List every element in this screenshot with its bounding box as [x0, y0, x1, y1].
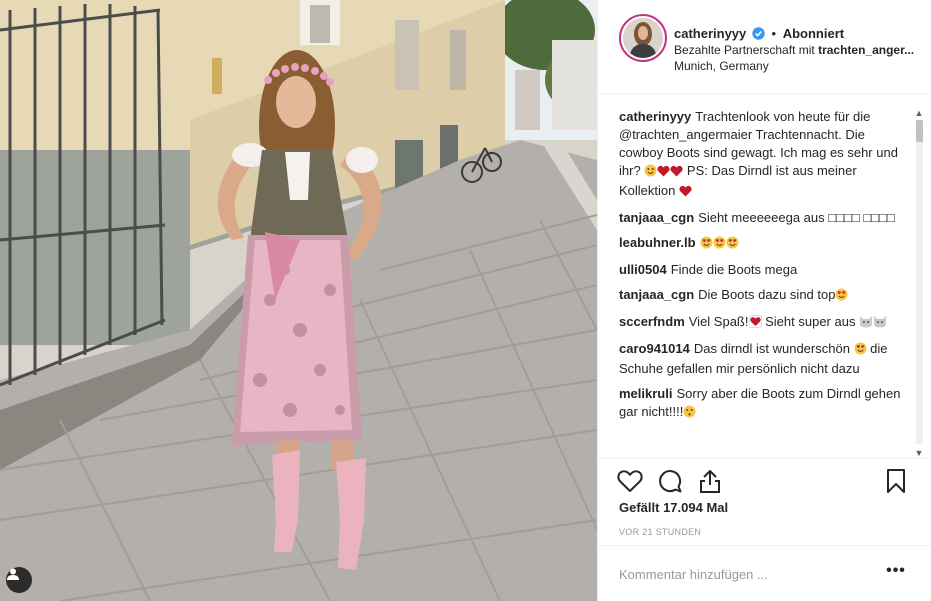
- scroll-thumb[interactable]: [916, 120, 923, 142]
- post-side-panel: catherinyyy • Abonniert Bezahlte Partner…: [597, 0, 931, 601]
- action-bar: [598, 458, 931, 502]
- comment-text: Sieht meeeeeega aus □□□□ □□□□: [698, 210, 895, 225]
- scroll-down-arrow-icon[interactable]: ▼: [914, 448, 924, 458]
- post-timestamp[interactable]: VOR 21 STUNDEN: [619, 527, 701, 537]
- avatar-image: [623, 18, 663, 58]
- comment-item: catherinyyy Trachtenlook von heute für di…: [619, 108, 909, 202]
- red-heart-emoji-icon: [657, 164, 670, 182]
- comment-item: tanjaaa_cgn Sieht meeeeeega aus □□□□ □□□□: [619, 209, 909, 227]
- red-heart-emoji-icon: [679, 184, 692, 202]
- post-header: catherinyyy • Abonniert Bezahlte Partner…: [598, 0, 931, 94]
- paid-partnership-line: Bezahlte Partnerschaft mit trachten_ange…: [674, 43, 924, 58]
- heart-eyes-emoji-icon: [854, 342, 867, 360]
- comment-bubble-icon[interactable]: [656, 467, 684, 495]
- comment-username[interactable]: ulli0504: [619, 262, 667, 277]
- comment-item: melikruli Sorry aber die Boots zum Dirndl…: [619, 385, 909, 423]
- user-tag-icon[interactable]: [6, 567, 32, 593]
- more-options-icon[interactable]: •••: [882, 563, 910, 583]
- header-username[interactable]: catherinyyy: [674, 26, 746, 41]
- smiling-emoji-icon: [644, 164, 657, 182]
- sponsor-link[interactable]: trachten_anger...: [818, 43, 914, 57]
- comments-list[interactable]: catherinyyy Trachtenlook von heute für di…: [619, 108, 909, 458]
- sponsor-prefix: Bezahlte Partnerschaft mit: [674, 43, 819, 57]
- comment-username[interactable]: catherinyyy: [619, 109, 691, 124]
- location-link[interactable]: Munich, Germany: [674, 59, 769, 74]
- comment-item: leabuhner.lb: [619, 234, 909, 254]
- comment-text-continued: Sieht super aus: [761, 314, 860, 329]
- comment-username[interactable]: leabuhner.lb: [619, 235, 696, 250]
- heart-eyes-emoji-icon: [713, 236, 726, 254]
- heart-eyes-emoji-icon: [835, 288, 848, 306]
- bookmark-icon[interactable]: [882, 467, 910, 495]
- likes-count[interactable]: Gefällt 17.094 Mal: [619, 500, 728, 515]
- comment-input[interactable]: [619, 563, 859, 585]
- heart-eyes-emoji-icon: [726, 236, 739, 254]
- profile-avatar[interactable]: [619, 14, 667, 62]
- header-separator: •: [771, 26, 777, 41]
- comment-username[interactable]: melikruli: [619, 386, 672, 401]
- heart-emoji-icon: [748, 315, 762, 333]
- comment-text: Die Boots dazu sind top: [698, 287, 836, 302]
- comment-username[interactable]: tanjaaa_cgn: [619, 287, 694, 302]
- red-heart-emoji-icon: [670, 164, 683, 182]
- scroll-up-arrow-icon[interactable]: ▲: [914, 108, 924, 118]
- header-user-line: catherinyyy • Abonniert: [674, 26, 844, 44]
- add-comment-bar: •••: [598, 545, 931, 601]
- follow-status-button[interactable]: Abonniert: [783, 26, 844, 41]
- comments-scrollbar[interactable]: ▲ ▼: [912, 108, 926, 458]
- avatar-photo: [623, 18, 663, 58]
- comment-item: tanjaaa_cgn Die Boots dazu sind top: [619, 286, 909, 306]
- comment-item: ulli0504 Finde die Boots mega: [619, 261, 909, 279]
- comment-username[interactable]: caro941014: [619, 341, 690, 356]
- comment-text: Finde die Boots mega: [670, 262, 798, 277]
- scroll-track[interactable]: [916, 120, 923, 444]
- cat-emoji-icon: [859, 315, 873, 333]
- comment-item: caro941014 Das dirndl ist wunderschön die…: [619, 340, 909, 378]
- photo-scene: [0, 0, 597, 601]
- comment-item: sccerfndm Viel Spaß! Sieht super aus: [619, 313, 909, 333]
- comment-text: Viel Spaß!: [688, 314, 749, 329]
- cat-emoji-icon: [873, 315, 887, 333]
- person-icon: [7, 568, 19, 580]
- comment-username[interactable]: sccerfndm: [619, 314, 685, 329]
- heart-eyes-emoji-icon: [700, 236, 713, 254]
- heart-outline-icon[interactable]: [616, 467, 644, 495]
- verified-badge-icon: [752, 27, 765, 44]
- flushed-emoji-icon: [683, 405, 696, 423]
- post-photo[interactable]: [0, 0, 597, 601]
- instagram-post: catherinyyy • Abonniert Bezahlte Partner…: [0, 0, 931, 601]
- comment-username[interactable]: tanjaaa_cgn: [619, 210, 694, 225]
- comment-text: Das dirndl ist wunderschön: [693, 341, 854, 356]
- share-icon[interactable]: [696, 467, 724, 495]
